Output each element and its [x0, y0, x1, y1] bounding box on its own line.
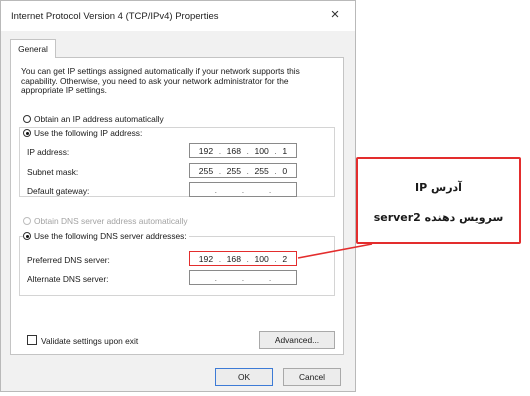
validate-checkbox[interactable] [27, 335, 37, 345]
subnet-octet-2: 255 [226, 165, 241, 176]
alternate-dns-label: Alternate DNS server: [27, 274, 109, 284]
ip-address-field[interactable]: 192. 168. 100. 1 [189, 143, 297, 158]
obtain-ip-auto-label: Obtain an IP address automatically [34, 114, 164, 124]
dns-octet-3: 100 [254, 253, 269, 264]
dialog-title: Internet Protocol Version 4 (TCP/IPv4) P… [11, 11, 219, 22]
default-gateway-label: Default gateway: [27, 186, 90, 196]
annotation-callout: آدرس IP سرویس دهنده server2 [356, 157, 521, 244]
dns-octet-4: 2 [282, 253, 288, 264]
obtain-dns-auto-radio[interactable]: Obtain DNS server address automatically [23, 216, 188, 226]
advanced-button[interactable]: Advanced... [259, 331, 335, 349]
dns-group-box [19, 236, 335, 296]
use-following-dns-radio[interactable]: Use the following DNS server addresses: [23, 231, 189, 241]
use-following-ip-radio[interactable]: Use the following IP address: [23, 128, 145, 138]
ok-button[interactable]: OK [215, 368, 273, 386]
alternate-dns-field[interactable]: . . . [189, 270, 297, 285]
tcpip-properties-dialog: Internet Protocol Version 4 (TCP/IPv4) P… [0, 0, 356, 392]
dns-octet-1: 192 [198, 253, 214, 264]
ip-octet-2: 168 [226, 145, 241, 156]
use-following-dns-label: Use the following DNS server addresses: [34, 231, 187, 241]
subnet-octet-3: 255 [254, 165, 269, 176]
ip-octet-1: 192 [198, 145, 214, 156]
ip-octet-4: 1 [282, 145, 288, 156]
ip-octet-3: 100 [254, 145, 269, 156]
radio-icon [23, 115, 31, 123]
obtain-dns-auto-label: Obtain DNS server address automatically [34, 216, 188, 226]
subnet-octet-4: 0 [282, 165, 288, 176]
tab-general[interactable]: General [10, 39, 56, 58]
preferred-dns-field[interactable]: 192. 168. 100. 2 [189, 251, 297, 266]
dns-octet-2: 168 [226, 253, 241, 264]
obtain-ip-auto-radio[interactable]: Obtain an IP address automatically [23, 114, 164, 124]
radio-selected-icon [23, 232, 31, 240]
validate-label: Validate settings upon exit [41, 336, 139, 346]
use-following-ip-label: Use the following IP address: [34, 128, 143, 138]
callout-subtitle: سرویس دهنده server2 [373, 211, 504, 224]
general-panel [10, 57, 344, 355]
default-gateway-field[interactable]: . . . [189, 182, 297, 197]
close-icon[interactable]: × [323, 4, 347, 26]
title-bar: Internet Protocol Version 4 (TCP/IPv4) P… [1, 1, 355, 31]
subnet-mask-field[interactable]: 255. 255. 255. 0 [189, 163, 297, 178]
radio-icon [23, 217, 31, 225]
ip-address-label: IP address: [27, 147, 70, 157]
description-text: You can get IP settings assigned automat… [21, 66, 300, 95]
subnet-mask-label: Subnet mask: [27, 167, 79, 177]
cancel-button[interactable]: Cancel [283, 368, 341, 386]
preferred-dns-label: Preferred DNS server: [27, 255, 110, 265]
subnet-octet-1: 255 [198, 165, 214, 176]
radio-selected-icon [23, 129, 31, 137]
callout-title: آدرس IP [415, 181, 462, 194]
